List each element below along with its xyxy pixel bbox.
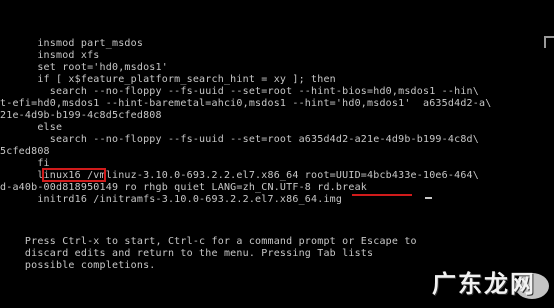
- text-cursor: [425, 197, 432, 199]
- grub-editor-screen[interactable]: insmod part_msdos insmod xfs set root='h…: [0, 0, 554, 308]
- script-line[interactable]: if [ x$feature_platform_search_hint = xy…: [0, 74, 336, 85]
- script-line[interactable]: insmod part_msdos: [0, 38, 143, 49]
- linux16-highlight-box: [42, 168, 106, 182]
- script-line[interactable]: set root='hd0,msdos1': [0, 62, 168, 73]
- watermark-brand: 广东龙网: [432, 270, 536, 298]
- help-text: discard edits and return to the menu. Pr…: [0, 248, 374, 259]
- script-line[interactable]: search --no-floppy --fs-uuid --set=root …: [0, 86, 479, 97]
- help-text: Press Ctrl-x to start, Ctrl-c for a comm…: [0, 236, 417, 247]
- initrd-line[interactable]: initrd16 /initramfs-3.10.0-693.2.2.el7.x…: [0, 194, 342, 205]
- rd-break-underline: [352, 194, 412, 196]
- script-line[interactable]: 21e-4d9b-b199-4c8d5cfed808: [0, 110, 162, 121]
- kernel-args-line[interactable]: d-a40b-00d818950149 ro rhgb quiet LANG=z…: [0, 182, 367, 193]
- script-line[interactable]: search --no-floppy --fs-uuid --set=root …: [0, 134, 479, 145]
- watermark-corner-mark: [544, 36, 554, 48]
- script-line[interactable]: else: [0, 122, 62, 133]
- script-line[interactable]: insmod xfs: [0, 50, 100, 61]
- help-text: possible completions.: [0, 260, 156, 271]
- script-line[interactable]: t-efi=hd0,msdos1 --hint-baremetal=ahci0,…: [0, 98, 491, 109]
- script-line[interactable]: 5cfed808: [0, 146, 50, 157]
